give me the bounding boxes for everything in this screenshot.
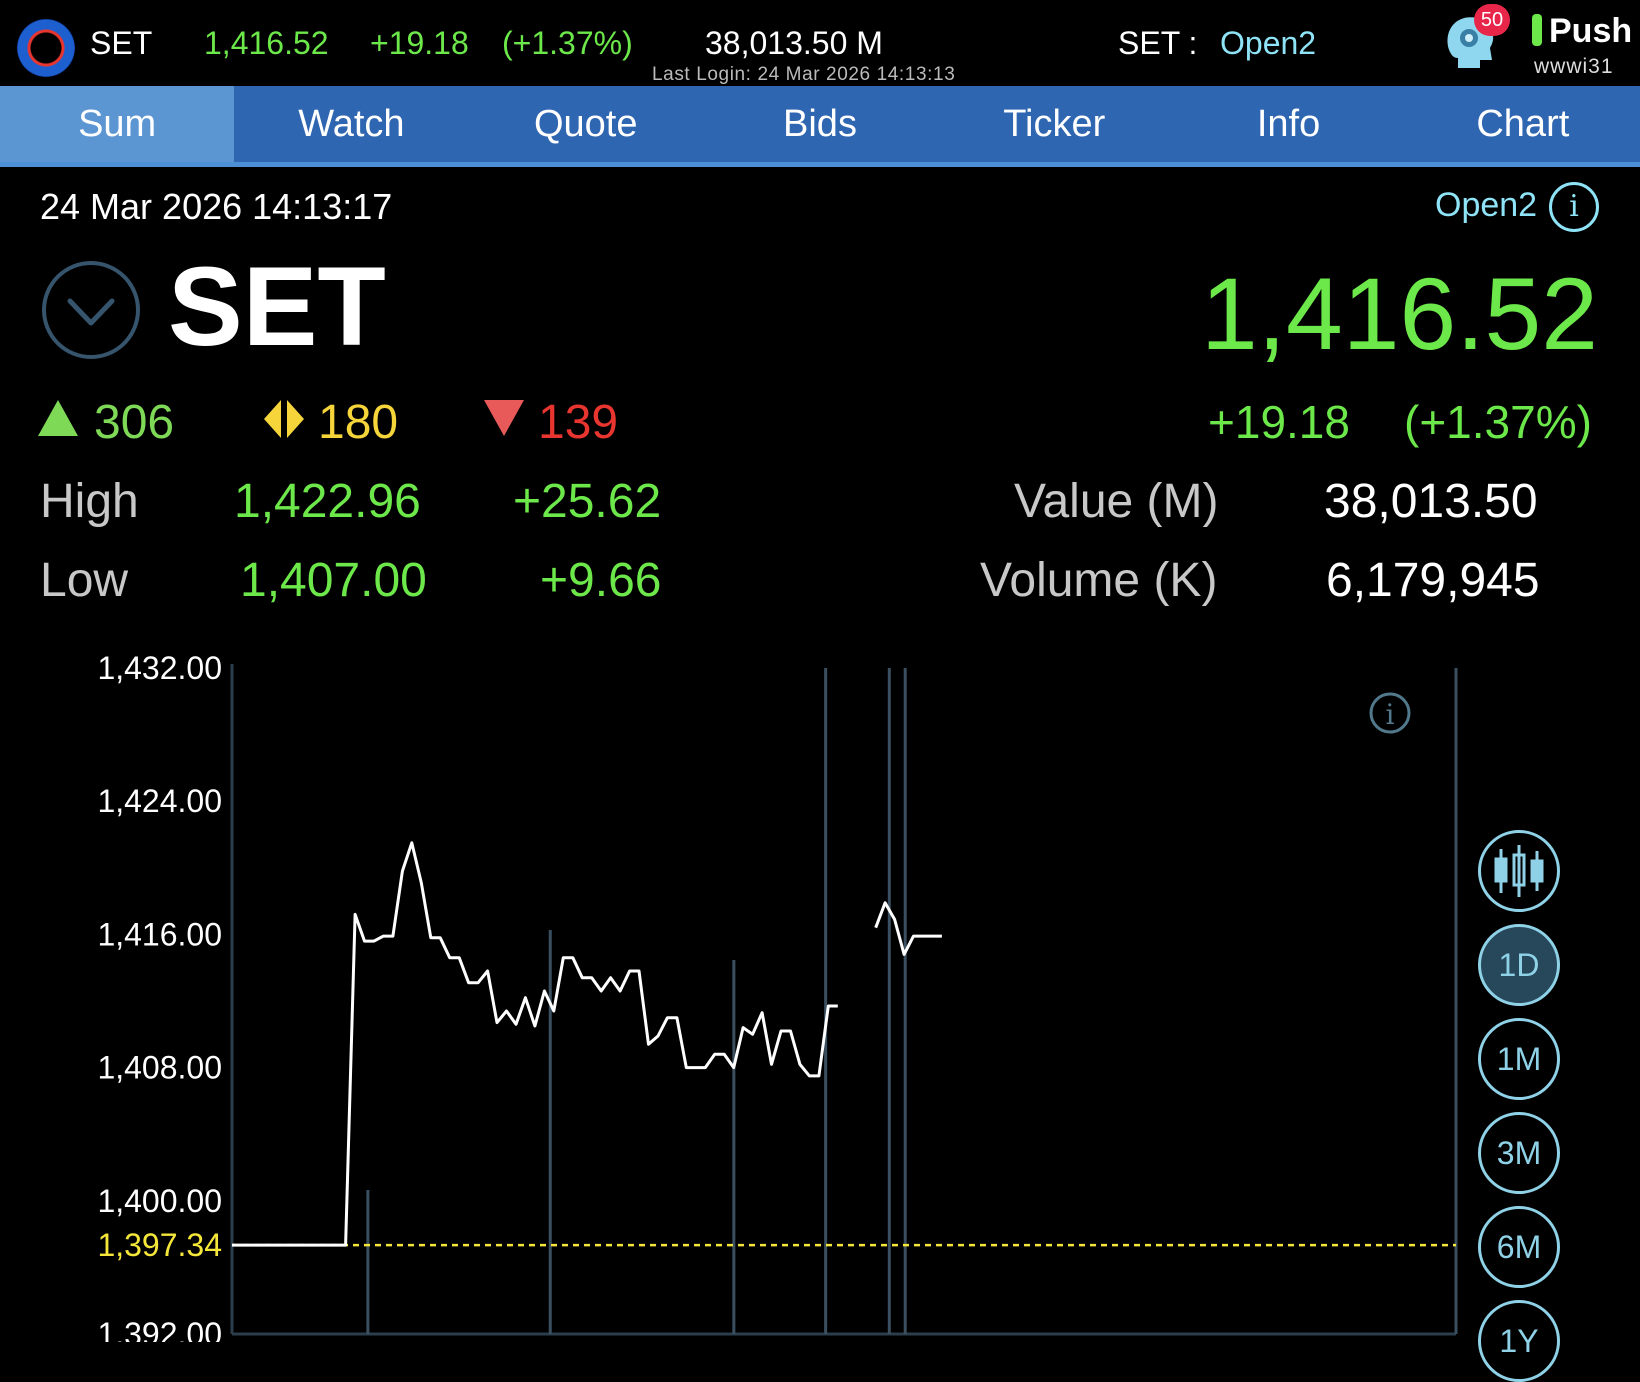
account-id: wwwi31 bbox=[1534, 55, 1614, 78]
index-name: SET bbox=[90, 25, 153, 61]
advances-count: 306 bbox=[94, 396, 175, 449]
index-last: 1,416.52 bbox=[204, 25, 329, 61]
declines-down-triangle-icon bbox=[484, 400, 524, 436]
market-status: Open2 bbox=[1220, 25, 1317, 61]
intraday-chart[interactable]: 1,432.00 1,424.00 1,416.00 1,408.00 1,400.00… bbox=[0, 630, 1640, 1342]
market-label: SET : bbox=[1118, 25, 1198, 61]
tab-chart[interactable]: Chart bbox=[1406, 86, 1640, 162]
last-price: 1,416.52 bbox=[1200, 257, 1598, 371]
advances-up-triangle-icon bbox=[38, 400, 78, 436]
low-change: +9.66 bbox=[540, 554, 662, 607]
unchanged-diamond-icon bbox=[264, 400, 304, 438]
range-1d-button[interactable]: 1D bbox=[1478, 924, 1560, 1006]
unchanged-count: 180 bbox=[318, 396, 399, 449]
tab-info[interactable]: Info bbox=[1171, 86, 1405, 162]
top-status-bar: SET 1,416.52 +19.18 (+1.37%) 38,013.50 M… bbox=[0, 0, 1640, 86]
value-amount: 38,013.50 bbox=[1324, 475, 1538, 528]
push-status-icon bbox=[1532, 14, 1542, 46]
notification-badge: 50 bbox=[1474, 4, 1510, 36]
y-tick-label: 1,424.00 bbox=[97, 783, 222, 819]
volume-label: Volume (K) bbox=[980, 554, 1218, 607]
index-value: 38,013.50 M bbox=[705, 25, 883, 61]
price-change: +19.18 bbox=[1208, 396, 1350, 448]
symbol-name: SET bbox=[168, 244, 386, 369]
app-logo-icon bbox=[17, 19, 75, 77]
y-tick-label: 1,416.00 bbox=[97, 916, 222, 952]
summary-datetime: 24 Mar 2026 14:13:17 bbox=[40, 186, 393, 227]
info-icon[interactable]: i bbox=[1549, 182, 1599, 232]
last-login: Last Login: 24 Mar 2026 14:13:13 bbox=[652, 64, 956, 85]
candlestick-icon bbox=[1494, 845, 1544, 897]
high-value: 1,422.96 bbox=[234, 475, 421, 528]
prior-close-label: 1,397.34 bbox=[97, 1227, 222, 1263]
summary-market-status: Open2 bbox=[1435, 186, 1538, 224]
tab-bids[interactable]: Bids bbox=[703, 86, 937, 162]
range-1m-button[interactable]: 1M bbox=[1478, 1018, 1560, 1100]
chart-info-icon-glyph: i bbox=[1386, 698, 1395, 731]
range-3m-button[interactable]: 3M bbox=[1478, 1112, 1560, 1194]
range-1y-button[interactable]: 1Y bbox=[1478, 1300, 1560, 1382]
volume-amount: 6,179,945 bbox=[1326, 554, 1540, 607]
y-tick-label: 1,400.00 bbox=[97, 1183, 222, 1219]
high-label: High bbox=[40, 475, 139, 528]
value-label: Value (M) bbox=[1014, 475, 1219, 528]
tab-quote[interactable]: Quote bbox=[469, 86, 703, 162]
tab-sum[interactable]: Sum bbox=[0, 86, 235, 162]
price-change-pct: (+1.37%) bbox=[1404, 396, 1592, 448]
chevron-down-icon bbox=[67, 298, 115, 326]
low-value: 1,407.00 bbox=[240, 554, 427, 607]
range-6m-button[interactable]: 6M bbox=[1478, 1206, 1560, 1288]
tab-bar: Sum Watch Quote Bids Ticker Info Chart bbox=[0, 86, 1640, 167]
y-tick-label: 1,408.00 bbox=[97, 1050, 222, 1086]
candlestick-button[interactable] bbox=[1478, 830, 1560, 912]
declines-count: 139 bbox=[538, 396, 619, 449]
index-change-pct: (+1.37%) bbox=[502, 25, 633, 61]
y-tick-label: 1,432.00 bbox=[97, 650, 222, 686]
low-label: Low bbox=[40, 554, 129, 607]
y-tick-label: 1,392.00 bbox=[97, 1316, 222, 1342]
tab-watch[interactable]: Watch bbox=[234, 86, 468, 162]
push-label[interactable]: Push bbox=[1549, 12, 1632, 51]
tab-ticker[interactable]: Ticker bbox=[937, 86, 1171, 162]
high-change: +25.62 bbox=[513, 475, 662, 528]
price-series-line bbox=[232, 841, 942, 1247]
index-change: +19.18 bbox=[370, 25, 469, 61]
symbol-dropdown-button[interactable] bbox=[42, 261, 140, 359]
